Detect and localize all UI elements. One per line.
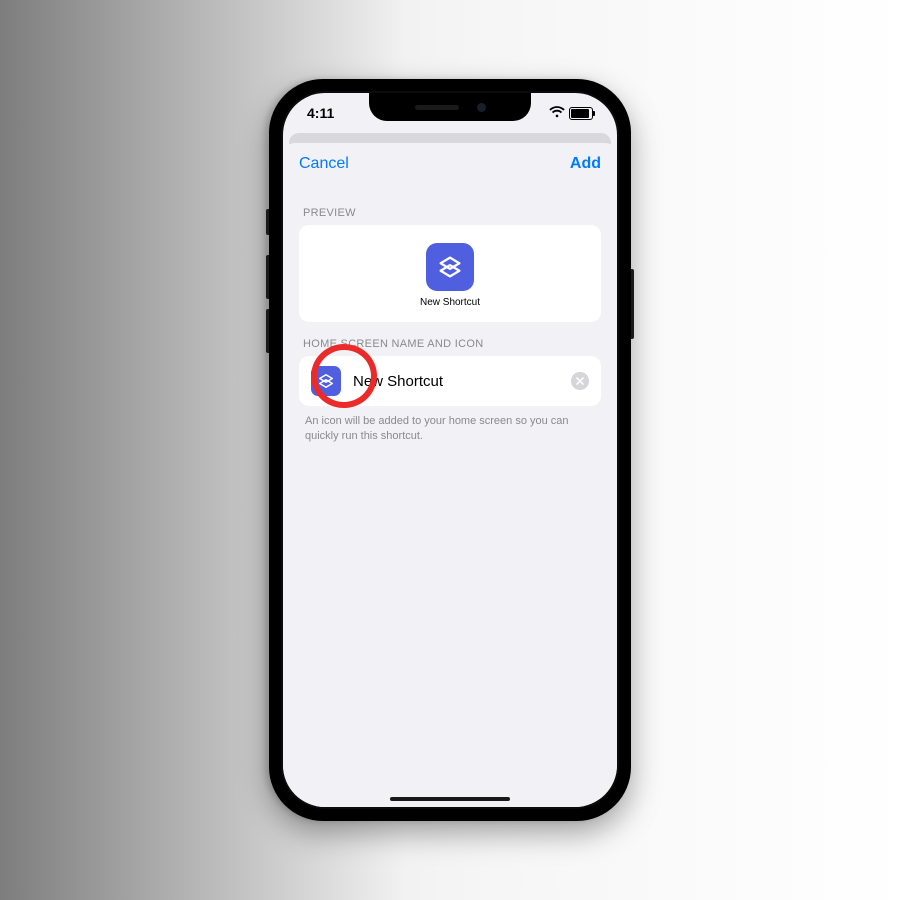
volume-down-button (266, 309, 269, 353)
preview-card: New Shortcut (299, 225, 601, 322)
cancel-button[interactable]: Cancel (299, 155, 349, 173)
clear-text-button[interactable] (571, 372, 589, 390)
home-footer-text: An icon will be added to your home scree… (305, 414, 595, 444)
phone-frame: 4:11 Cancel Add PREVIEW (269, 79, 631, 821)
notch (369, 93, 531, 121)
volume-up-button (266, 255, 269, 299)
speaker (415, 105, 459, 110)
page-background: 4:11 Cancel Add PREVIEW (0, 0, 900, 900)
battery-icon (569, 107, 593, 120)
wifi-icon (549, 105, 565, 121)
preview-section-label: PREVIEW (303, 207, 597, 219)
phone-screen: 4:11 Cancel Add PREVIEW (283, 93, 617, 807)
preview-app-name: New Shortcut (420, 297, 480, 308)
home-icon-row (299, 356, 601, 406)
home-indicator[interactable] (390, 797, 510, 801)
modal-navbar: Cancel Add (283, 143, 617, 185)
home-icon-button[interactable] (311, 366, 341, 396)
home-section-label: HOME SCREEN NAME AND ICON (303, 338, 597, 350)
shortcut-name-input[interactable] (351, 372, 561, 391)
side-button (631, 269, 634, 339)
status-time: 4:11 (307, 105, 334, 121)
modal-sheet: Cancel Add PREVIEW New S (283, 143, 617, 807)
shortcut-icon (426, 243, 474, 291)
front-camera (477, 103, 486, 112)
add-button[interactable]: Add (570, 155, 601, 173)
mute-switch (266, 209, 269, 235)
